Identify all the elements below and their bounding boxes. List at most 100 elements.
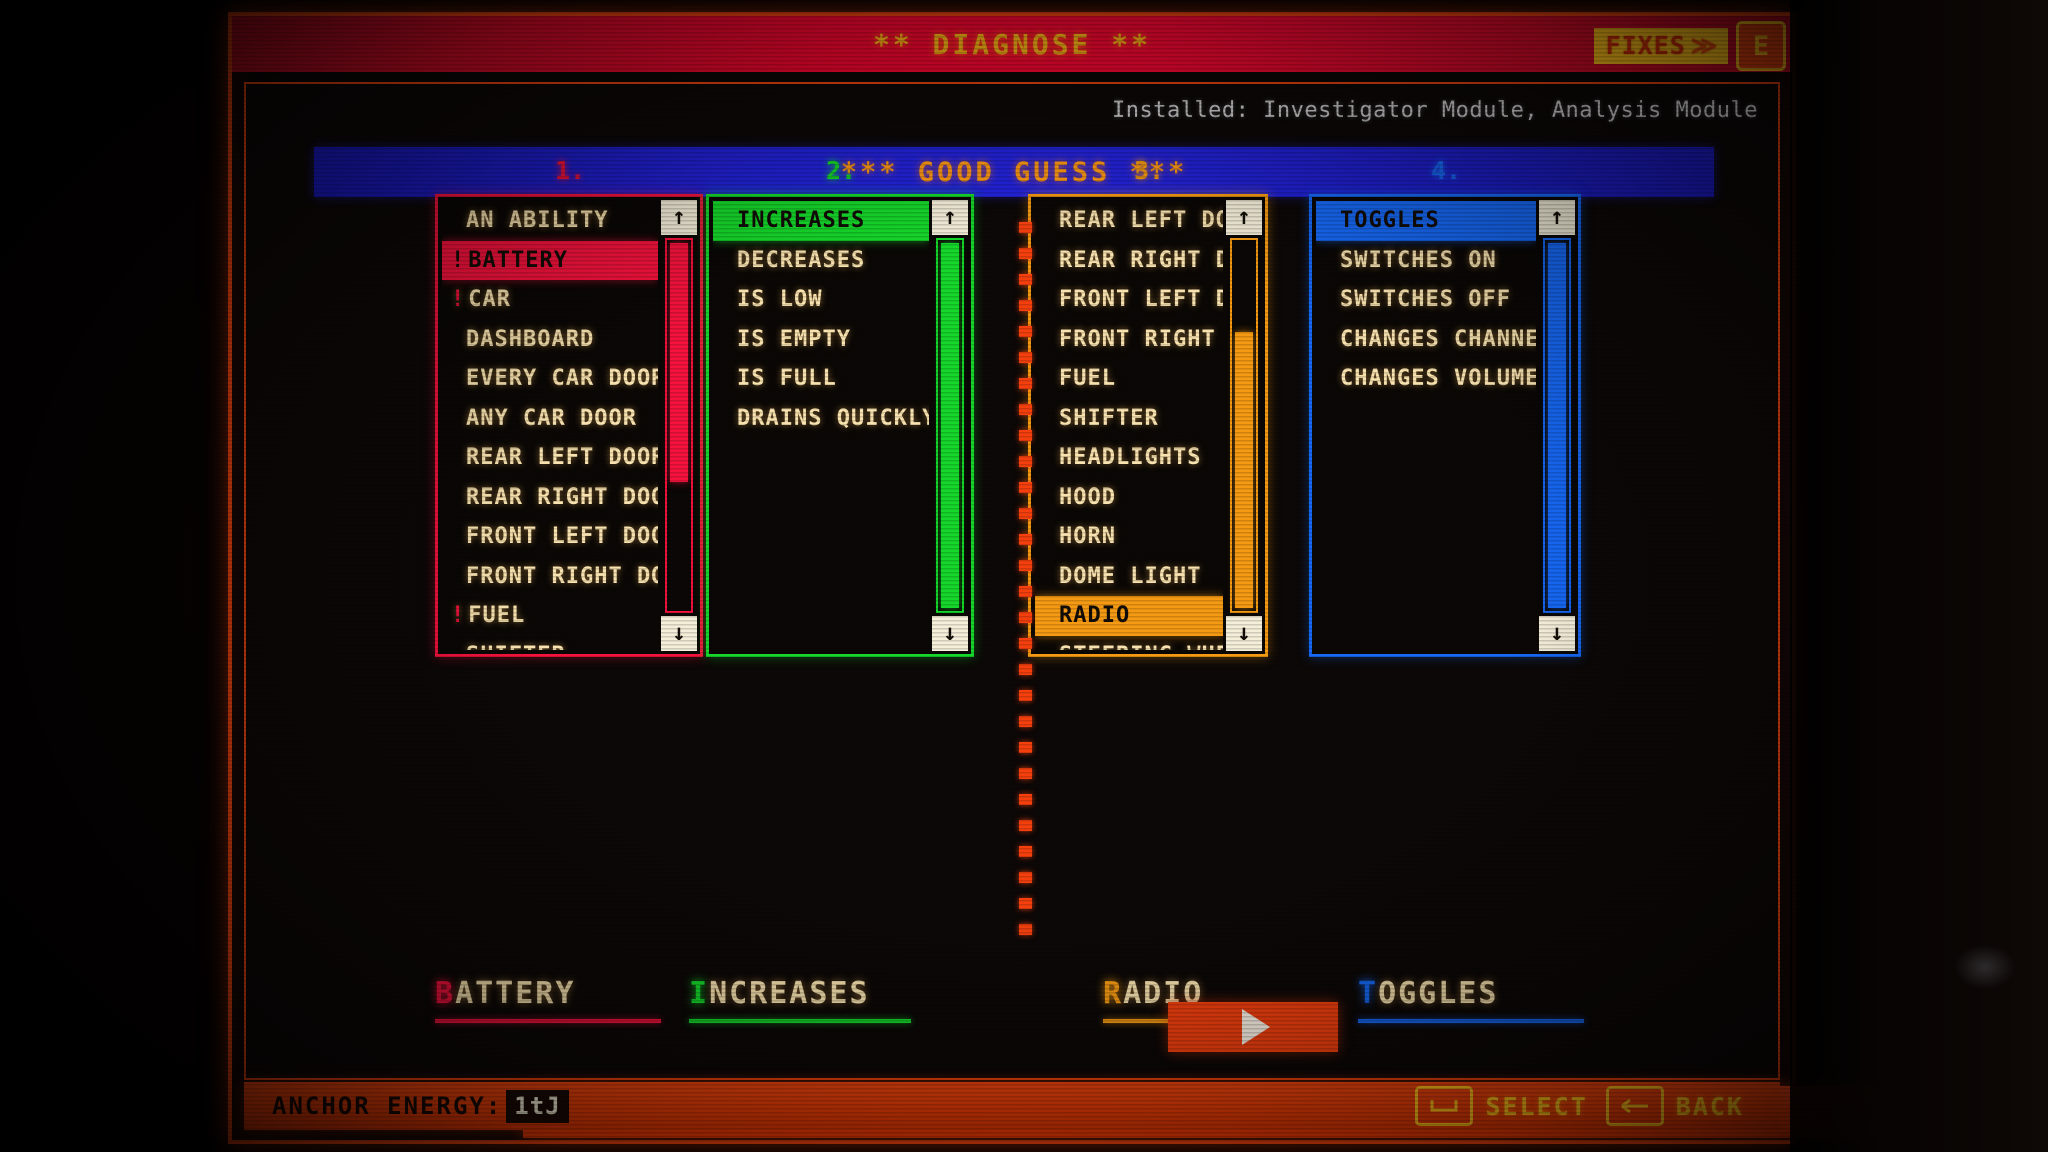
scrollbar[interactable]: ↑ ↓ xyxy=(932,200,968,651)
scroll-up-icon[interactable]: ↑ xyxy=(1539,200,1575,235)
list-column-3[interactable]: REAR LEFT DOOR REAR RIGHT DOOR FRONT LEFT … xyxy=(1028,194,1268,657)
submit-diagnosis-button[interactable] xyxy=(1168,1002,1338,1052)
titlebar-actions: FIXES ≫ E xyxy=(1593,21,1786,71)
list-item[interactable]: DECREASES xyxy=(713,241,929,281)
alert-marker-icon: ! xyxy=(451,287,466,313)
list-item[interactable]: FRONT RIGHT DOOR xyxy=(1035,320,1223,360)
list-item[interactable]: HEADLIGHTS xyxy=(1035,438,1223,478)
list-item[interactable]: FRONT LEFT DOOR xyxy=(442,517,658,557)
anchor-energy-value: 1tJ xyxy=(506,1089,569,1123)
answer-remainder: ATTERY xyxy=(455,976,576,1011)
list-item[interactable]: CHANGES CHANNEL xyxy=(1316,320,1536,360)
scroll-up-icon[interactable]: ↑ xyxy=(1226,200,1262,235)
list-item[interactable]: AN ABILITY xyxy=(442,201,658,241)
list-item-label: STEERING WHEEL xyxy=(1059,643,1223,650)
list-item[interactable]: REAR LEFT DOOR xyxy=(1035,201,1223,241)
scrollbar-track[interactable] xyxy=(1230,238,1258,613)
list-item[interactable]: TOGGLES xyxy=(1316,201,1536,241)
list-item-label: FRONT RIGHT DOOR xyxy=(1059,326,1223,352)
selected-answer-text: TOGGLES xyxy=(1358,976,1584,1011)
list-item[interactable]: ANY CAR DOOR xyxy=(442,399,658,439)
answer-initial: R xyxy=(1103,976,1124,1011)
list-items: REAR LEFT DOOR REAR RIGHT DOOR FRONT LEFT … xyxy=(1035,201,1223,650)
scrollbar[interactable]: ↑ ↓ xyxy=(661,200,697,651)
answer-underline xyxy=(689,1019,911,1023)
list-item[interactable]: DASHBOARD xyxy=(442,320,658,360)
scrollbar-track[interactable] xyxy=(936,238,964,613)
scroll-down-icon[interactable]: ↓ xyxy=(932,616,968,651)
list-item-label: AN ABILITY xyxy=(466,208,609,234)
scrollbar[interactable]: ↑ ↓ xyxy=(1226,200,1262,651)
list-item-label: SHIFTER xyxy=(466,643,566,650)
game-screen: ** DIAGNOSE ** FIXES ≫ E Installed: Inve… xyxy=(0,0,2048,1152)
answer-remainder: OGGLES xyxy=(1378,976,1499,1011)
list-column-4[interactable]: TOGGLES SWITCHES ON SWITCHES OFF CHANGES CH… xyxy=(1309,194,1581,657)
list-item-label: INCREASES xyxy=(737,208,866,234)
scroll-up-icon[interactable]: ↑ xyxy=(932,200,968,235)
list-item[interactable]: REAR RIGHT DOOR xyxy=(1035,241,1223,281)
scrollbar-track[interactable] xyxy=(665,238,693,613)
fixes-button[interactable]: FIXES ≫ xyxy=(1593,28,1728,64)
scrollbar-thumb[interactable] xyxy=(670,243,688,482)
scroll-down-icon[interactable]: ↓ xyxy=(1539,616,1575,651)
list-item[interactable]: INCREASES xyxy=(713,201,929,241)
list-item[interactable]: FRONT RIGHT DOOR xyxy=(442,557,658,597)
selected-answer-2: INCREASES xyxy=(689,976,911,1023)
list-item[interactable]: ! FUEL xyxy=(442,596,658,636)
list-item[interactable]: RADIO xyxy=(1035,596,1223,636)
list-item[interactable]: IS EMPTY xyxy=(713,320,929,360)
back-hint[interactable]: BACK xyxy=(1605,1086,1744,1126)
list-items: AN ABILITY ! BATTERY! CAR DASHBOARD EVERY CAR… xyxy=(442,201,658,650)
list-item[interactable]: ! BATTERY xyxy=(442,240,658,280)
scroll-up-icon[interactable]: ↑ xyxy=(661,200,697,235)
title-bar: ** DIAGNOSE ** FIXES ≫ E xyxy=(232,16,1792,72)
list-item[interactable]: REAR RIGHT DOOR xyxy=(442,478,658,518)
list-item-label: DECREASES xyxy=(737,247,866,273)
list-item[interactable]: CHANGES VOLUME xyxy=(1316,359,1536,399)
list-item[interactable]: SHIFTER xyxy=(1035,399,1223,439)
list-item-label: DASHBOARD xyxy=(466,326,595,352)
list-item[interactable]: SWITCHES ON xyxy=(1316,241,1536,281)
list-item[interactable]: FRONT LEFT DOOR xyxy=(1035,280,1223,320)
list-item[interactable]: SHIFTER xyxy=(442,636,658,650)
list-item[interactable]: HORN xyxy=(1035,517,1223,557)
list-items: INCREASES DECREASES IS LOW IS EMPTY IS FULL D… xyxy=(713,201,929,650)
answer-underline xyxy=(435,1019,661,1023)
scroll-down-icon[interactable]: ↓ xyxy=(1226,616,1262,651)
list-item[interactable]: REAR LEFT DOOR xyxy=(442,438,658,478)
selected-answer-text: BATTERY xyxy=(435,976,661,1011)
list-item[interactable]: HOOD xyxy=(1035,478,1223,518)
list-item[interactable]: STEERING WHEEL xyxy=(1035,636,1223,650)
list-item-label: EVERY CAR DOOR xyxy=(466,366,658,392)
list-item[interactable]: FUEL xyxy=(1035,359,1223,399)
answer-underline xyxy=(1358,1019,1584,1023)
list-item[interactable]: DOME LIGHT xyxy=(1035,557,1223,597)
list-item-label: IS LOW xyxy=(737,287,823,313)
select-label: SELECT xyxy=(1485,1091,1588,1121)
list-item[interactable]: ! CAR xyxy=(442,280,658,320)
space-key-icon xyxy=(1415,1086,1474,1126)
answer-remainder: NCREASES xyxy=(709,976,870,1011)
select-hint[interactable]: SELECT xyxy=(1415,1086,1587,1126)
installed-modules-text: Installed: Investigator Module, Analysis… xyxy=(1111,98,1758,123)
diagnose-window: ** DIAGNOSE ** FIXES ≫ E Installed: Inve… xyxy=(228,12,1989,1144)
list-column-1[interactable]: AN ABILITY ! BATTERY! CAR DASHBOARD EVERY CAR… xyxy=(435,194,703,657)
scrollbar-thumb[interactable] xyxy=(1548,243,1566,608)
scrollbar-thumb[interactable] xyxy=(1235,332,1253,608)
scrollbar-track[interactable] xyxy=(1543,238,1571,613)
scrollbar-thumb[interactable] xyxy=(941,243,959,608)
list-item[interactable]: DRAINS QUICKLY xyxy=(713,399,929,439)
list-item[interactable]: SWITCHES OFF xyxy=(1316,280,1536,320)
scroll-down-icon[interactable]: ↓ xyxy=(661,616,697,651)
list-item[interactable]: IS LOW xyxy=(713,280,929,320)
scrollbar[interactable]: ↑ ↓ xyxy=(1539,200,1575,651)
list-item[interactable]: IS FULL xyxy=(713,359,929,399)
list-item-label: IS EMPTY xyxy=(737,326,851,352)
list-item-label: HORN xyxy=(1059,524,1116,550)
alert-marker-icon: ! xyxy=(451,247,466,273)
list-column-2[interactable]: INCREASES DECREASES IS LOW IS EMPTY IS FULL D… xyxy=(706,194,974,657)
anchor-energy: ANCHOR ENERGY: 1tJ xyxy=(272,1089,569,1123)
list-item[interactable]: EVERY CAR DOOR xyxy=(442,359,658,399)
page-title: ** DIAGNOSE ** xyxy=(872,27,1151,61)
list-item-label: REAR LEFT DOOR xyxy=(1059,208,1223,234)
